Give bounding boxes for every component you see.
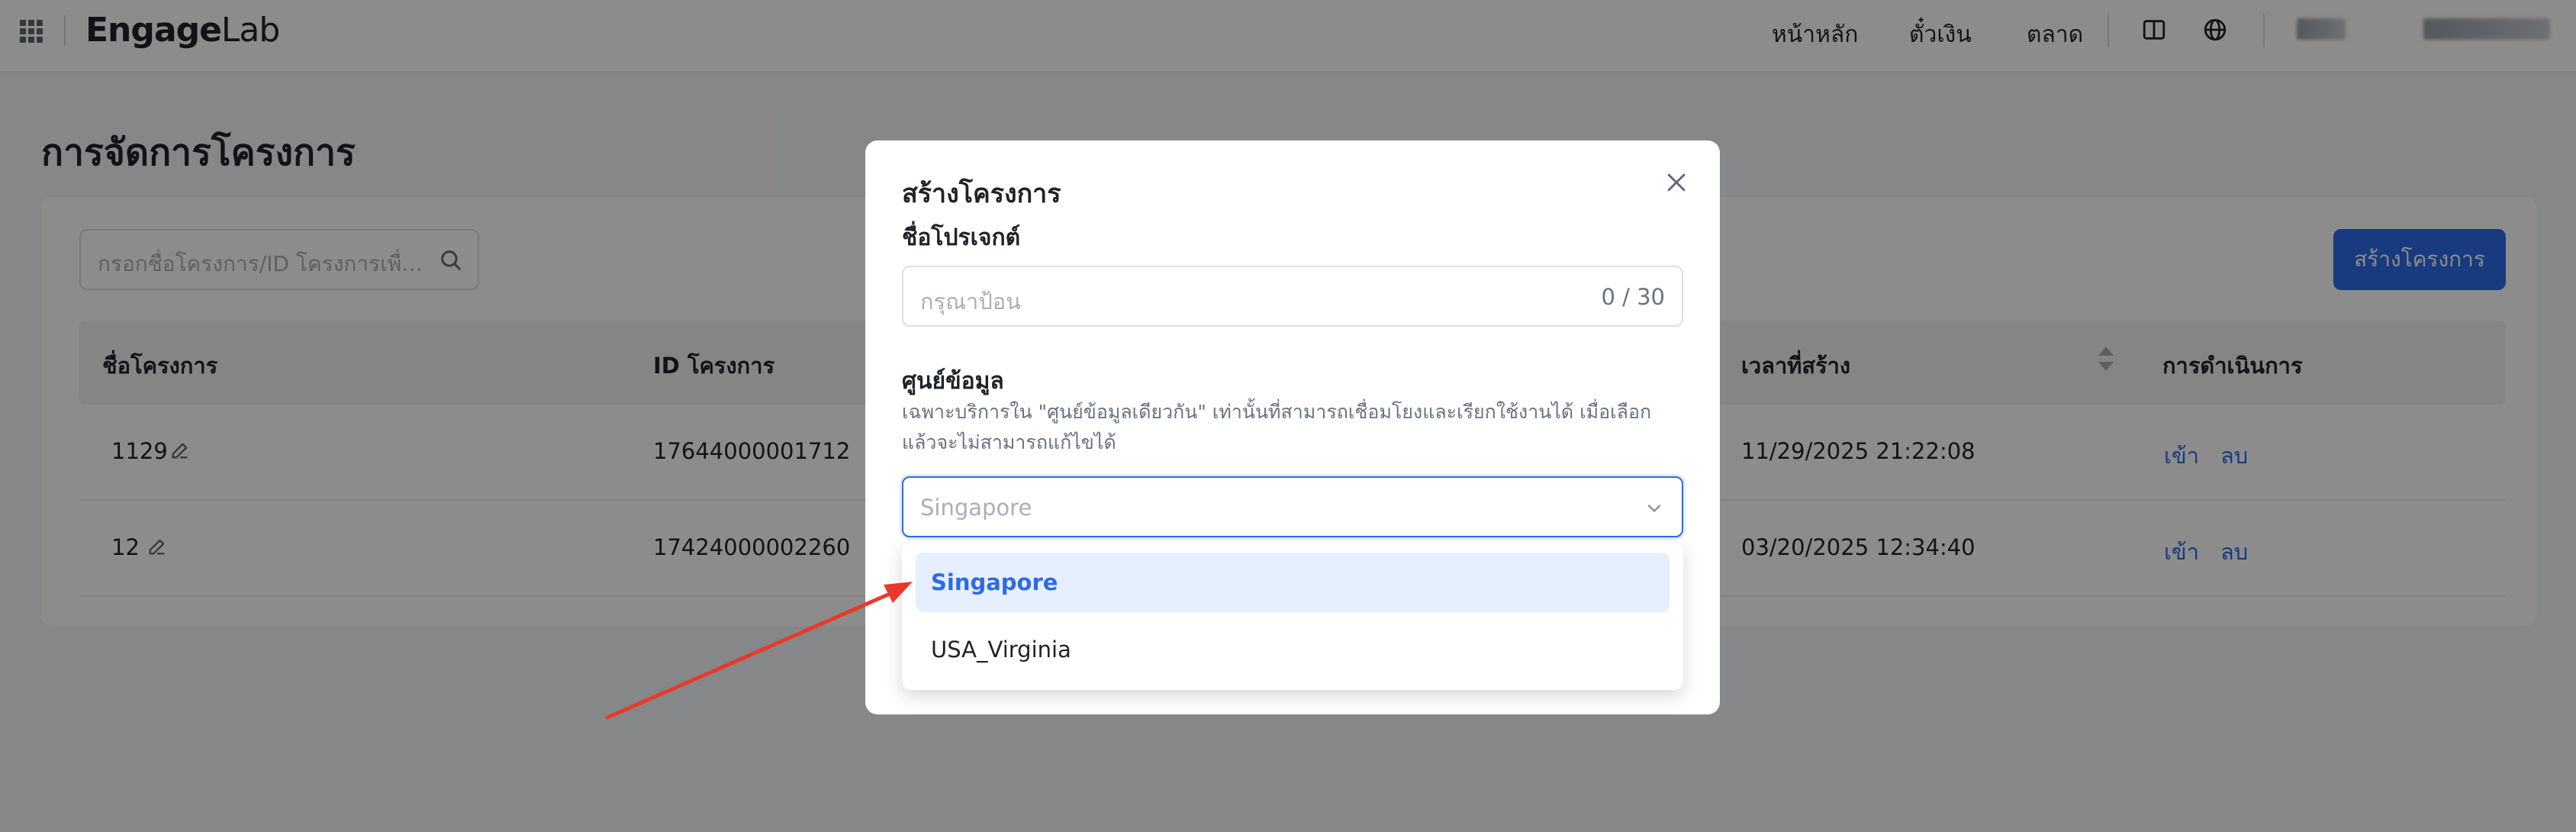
project-name-label: ชื่อโปรเจกต์ xyxy=(902,224,1021,251)
option-label: Singapore xyxy=(931,569,1058,595)
project-name-placeholder: กรุณาป้อน xyxy=(920,289,1021,314)
option-singapore[interactable]: Singapore xyxy=(916,553,1670,612)
datacenter-selected-value: Singapore xyxy=(920,495,1032,521)
datacenter-hint: เฉพาะบริการใน "ศูนย์ข้อมูลเดียวกัน" เท่า… xyxy=(902,401,1652,453)
close-icon[interactable] xyxy=(1663,169,1689,195)
option-usa-virginia[interactable]: USA_Virginia xyxy=(916,620,1670,679)
project-name-input[interactable]: กรุณาป้อน 0 / 30 xyxy=(902,266,1683,327)
option-label: USA_Virginia xyxy=(931,637,1071,663)
datacenter-dropdown: Singapore USA_Virginia xyxy=(902,542,1683,690)
character-counter: 0 / 30 xyxy=(1601,284,1665,310)
modal-title: สร้างโครงการ xyxy=(902,179,1061,209)
datacenter-select[interactable]: Singapore xyxy=(902,476,1683,537)
chevron-down-icon[interactable] xyxy=(1644,498,1665,519)
datacenter-label: ศูนย์ข้อมูล xyxy=(902,368,1004,395)
